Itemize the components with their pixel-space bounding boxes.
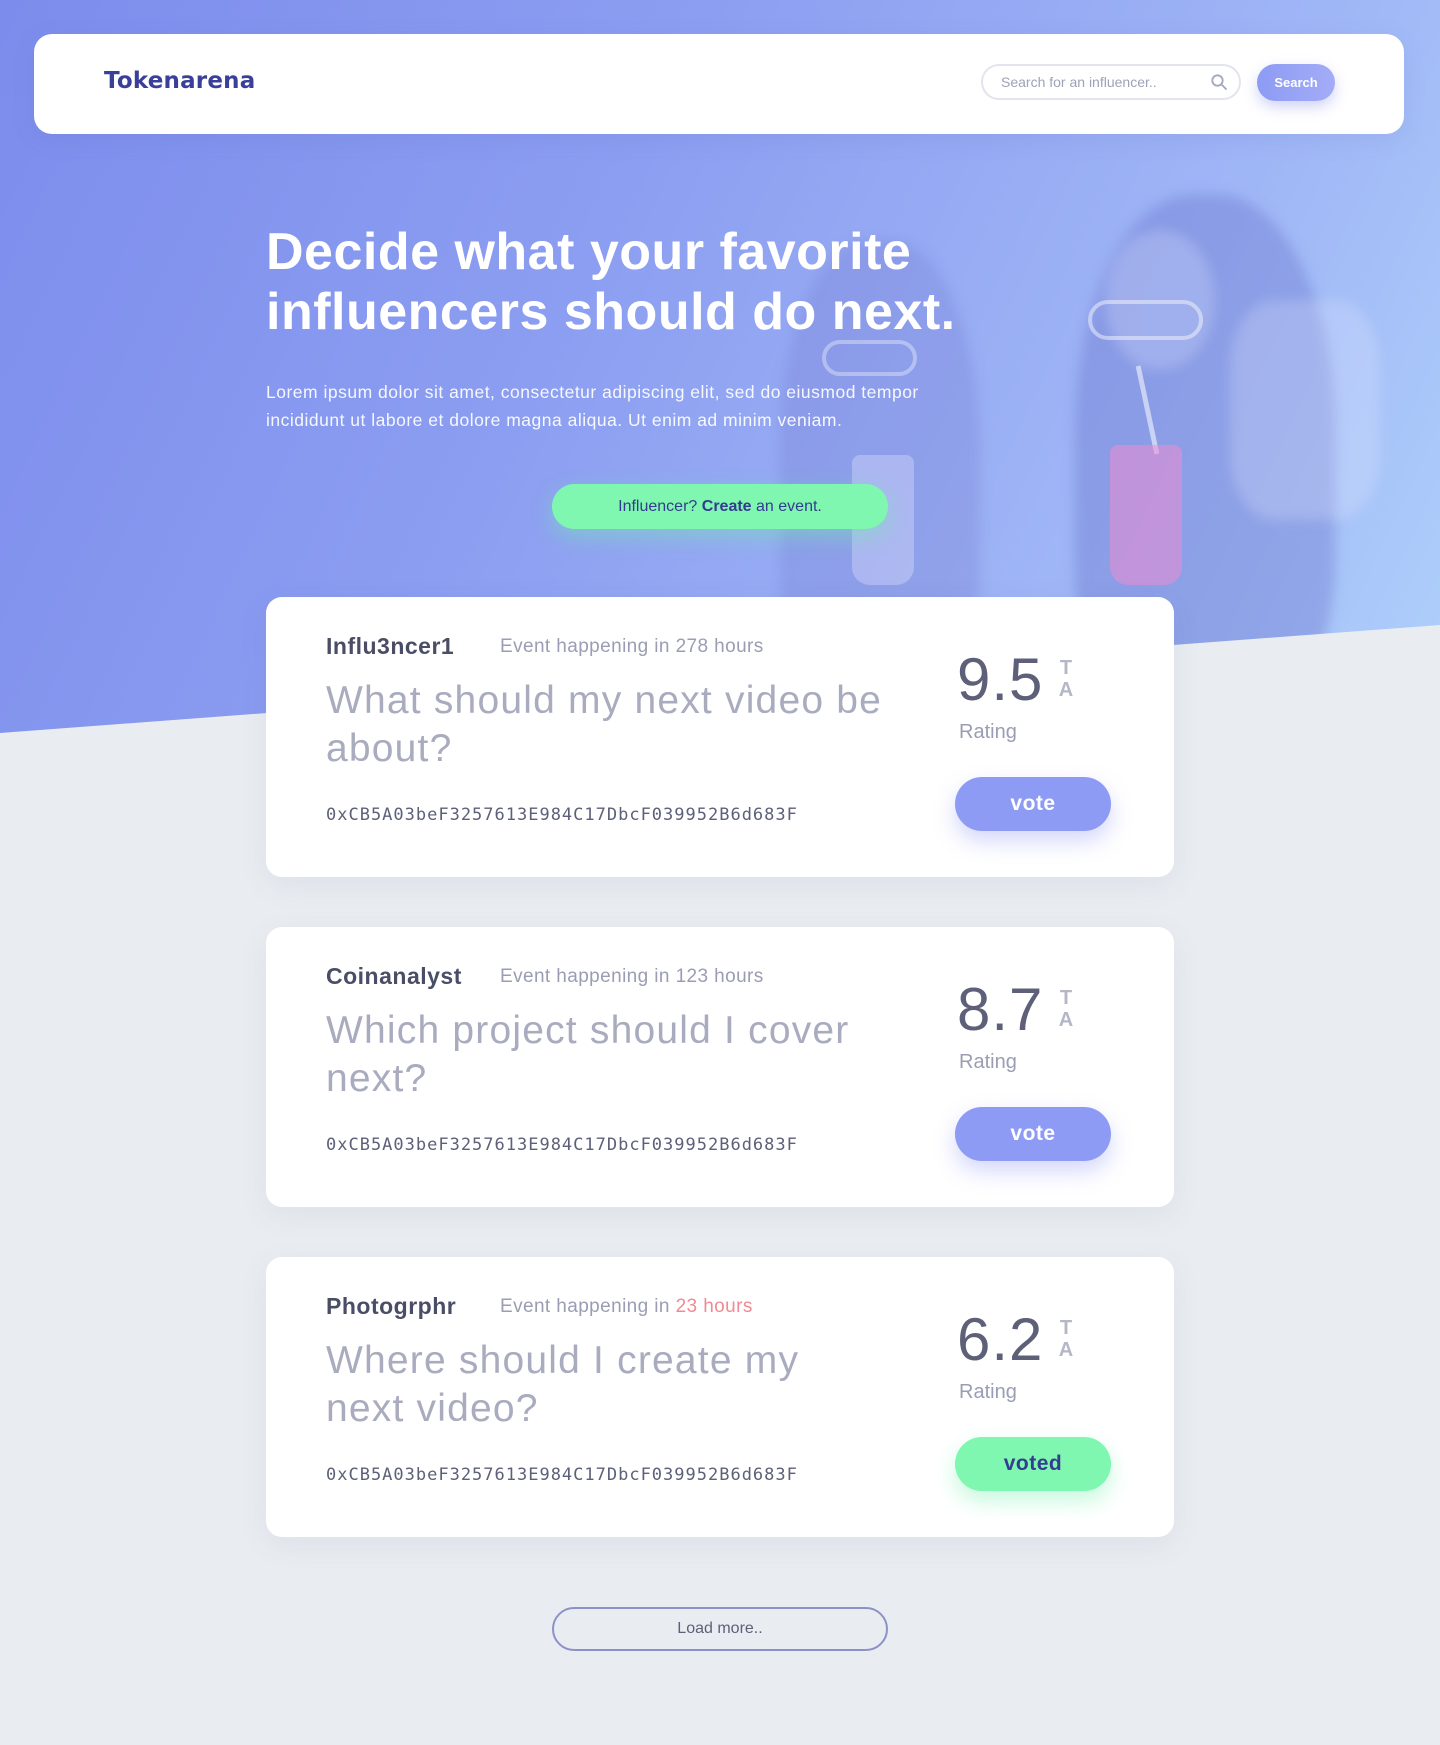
vote-button[interactable]: vote	[955, 1107, 1111, 1161]
event-time-prefix: Event happening in	[500, 636, 670, 657]
rating-label: Rating	[959, 721, 1017, 743]
create-event-button[interactable]: Influencer? Create an event.	[552, 484, 888, 529]
token-unit: T A	[1056, 987, 1076, 1031]
event-time-value-urgent: 23 hours	[675, 1296, 753, 1317]
search-box[interactable]	[981, 64, 1241, 100]
voted-button[interactable]: voted	[955, 1437, 1111, 1491]
token-unit-bottom: A	[1058, 679, 1074, 701]
event-time: Event happening in 278 hours	[500, 636, 764, 658]
token-unit-bottom: A	[1058, 1009, 1074, 1031]
navbar: Tokenarena Search	[34, 34, 1404, 134]
hero-title: Decide what your favorite influencers sh…	[266, 223, 956, 341]
page: Tokenarena Search Decide what your favor…	[0, 0, 1440, 1745]
token-unit-bottom: A	[1058, 1339, 1074, 1361]
wallet-address: 0xCB5A03beF3257613E984C17DbcF039952B6d68…	[326, 805, 798, 825]
event-card: Photogrphr Event happening in 23 hours W…	[266, 1257, 1174, 1537]
event-time-value: 123 hours	[675, 966, 764, 987]
search-input[interactable]	[1001, 66, 1201, 98]
vote-button[interactable]: vote	[955, 777, 1111, 831]
wallet-address: 0xCB5A03beF3257613E984C17DbcF039952B6d68…	[326, 1465, 798, 1485]
event-question: Which project should I cover next?	[326, 1009, 850, 1100]
rating-value: 8.7	[957, 976, 1044, 1043]
influencer-name[interactable]: Photogrphr	[326, 1293, 456, 1320]
token-unit: T A	[1056, 657, 1076, 701]
event-time-value: 278 hours	[675, 636, 764, 657]
token-unit: T A	[1056, 1317, 1076, 1361]
event-time-prefix: Event happening in	[500, 966, 670, 987]
token-unit-top: T	[1059, 1317, 1073, 1339]
token-unit-top: T	[1059, 987, 1073, 1009]
event-time-prefix: Event happening in	[500, 1296, 670, 1317]
influencer-name[interactable]: Influ3ncer1	[326, 633, 454, 660]
event-question: Where should I create my next video?	[326, 1339, 800, 1430]
cta-suffix: an event.	[756, 497, 822, 515]
rating-value: 9.5	[957, 646, 1044, 713]
wallet-address: 0xCB5A03beF3257613E984C17DbcF039952B6d68…	[326, 1135, 798, 1155]
event-card: Influ3ncer1 Event happening in 278 hours…	[266, 597, 1174, 877]
cta-bold: Create	[701, 497, 752, 515]
rating-label: Rating	[959, 1381, 1017, 1403]
event-card: Coinanalyst Event happening in 123 hours…	[266, 927, 1174, 1207]
influencer-name[interactable]: Coinanalyst	[326, 963, 462, 990]
event-time: Event happening in 123 hours	[500, 966, 764, 988]
event-question: What should my next video be about?	[326, 679, 883, 770]
search-button[interactable]: Search	[1257, 64, 1335, 101]
cta-prefix: Influencer?	[618, 497, 698, 515]
event-time: Event happening in 23 hours	[500, 1296, 753, 1318]
hero-description: Lorem ipsum dolor sit amet, consectetur …	[266, 382, 919, 430]
rating-label: Rating	[959, 1051, 1017, 1073]
logo[interactable]: Tokenarena	[104, 68, 255, 94]
load-more-button[interactable]: Load more..	[552, 1607, 888, 1651]
search-icon[interactable]	[1210, 73, 1228, 91]
token-unit-top: T	[1059, 657, 1073, 679]
rating-value: 6.2	[957, 1306, 1044, 1373]
